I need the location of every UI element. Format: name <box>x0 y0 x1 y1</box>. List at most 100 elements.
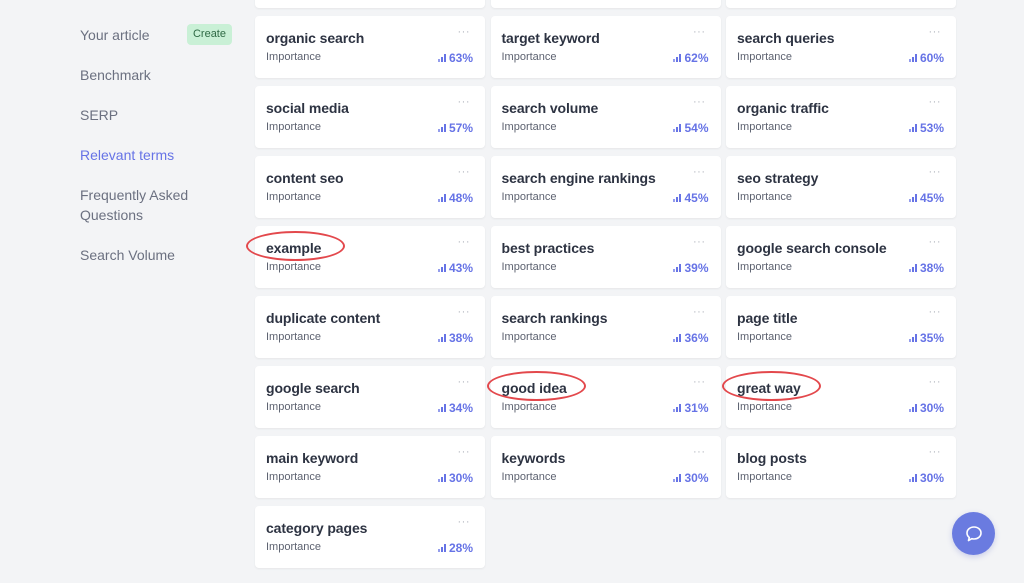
term-card-search-engine-rankings[interactable]: search engine rankings Importance ··· 45% <box>490 156 721 218</box>
term-card-search-rankings[interactable]: search rankings Importance ··· 36% <box>490 296 721 358</box>
chat-bubble-icon <box>965 525 982 541</box>
more-options-icon[interactable]: ··· <box>458 96 471 108</box>
importance-value: 30% <box>448 471 473 485</box>
bar-chart-icon <box>908 194 917 202</box>
more-options-icon[interactable]: ··· <box>929 376 942 388</box>
term-card-great-way[interactable]: great way Importance ··· 30% <box>726 366 956 428</box>
term-card-main-keyword[interactable]: main keyword Importance ··· 30% <box>255 436 485 498</box>
importance-score: 38% <box>908 261 944 275</box>
more-options-icon[interactable]: ··· <box>693 446 706 458</box>
term-card-target-keyword[interactable]: target keyword Importance ··· 62% <box>490 16 721 78</box>
more-options-icon[interactable]: ··· <box>929 96 942 108</box>
term-card-page-title[interactable]: page title Importance ··· 35% <box>726 296 956 358</box>
bar-chart-icon <box>437 54 446 62</box>
more-options-icon[interactable]: ··· <box>458 236 471 248</box>
term-name: seo strategy <box>737 170 819 186</box>
importance-score: 28% <box>437 541 473 555</box>
more-options-icon[interactable]: ··· <box>458 306 471 318</box>
term-card-blog-posts[interactable]: blog posts Importance ··· 30% <box>726 436 956 498</box>
term-name: great way <box>737 380 801 396</box>
bar-chart-icon <box>673 54 682 62</box>
more-options-icon[interactable]: ··· <box>458 516 471 528</box>
bar-chart-icon <box>673 194 682 202</box>
term-card-google-search-console[interactable]: google search console Importance ··· 38% <box>726 226 956 288</box>
importance-value: 28% <box>448 541 473 555</box>
more-options-icon[interactable]: ··· <box>693 376 706 388</box>
term-card-seo-strategy[interactable]: seo strategy Importance ··· 45% <box>726 156 956 218</box>
bar-chart-icon <box>908 264 917 272</box>
importance-score: 34% <box>437 401 473 415</box>
term-card-example[interactable]: example Importance ··· 43% <box>255 226 485 288</box>
sidebar-item-label: Search Volume <box>80 247 175 263</box>
sidebar: Your article Create Benchmark SERP Relev… <box>80 24 235 285</box>
more-options-icon[interactable]: ··· <box>929 446 942 458</box>
term-card-category-pages[interactable]: category pages Importance ··· 28% <box>255 506 485 568</box>
term-card-partial[interactable] <box>490 0 721 8</box>
importance-score: 57% <box>437 121 473 135</box>
importance-value: 35% <box>919 331 944 345</box>
term-card-google-search[interactable]: google search Importance ··· 34% <box>255 366 485 428</box>
term-name: search engine rankings <box>501 170 656 186</box>
term-card-search-queries[interactable]: search queries Importance ··· 60% <box>726 16 956 78</box>
more-options-icon[interactable]: ··· <box>693 236 706 248</box>
term-card-good-idea[interactable]: good idea Importance ··· 31% <box>490 366 721 428</box>
term-card-social-media[interactable]: social media Importance ··· 57% <box>255 86 485 148</box>
more-options-icon[interactable]: ··· <box>458 166 471 178</box>
sidebar-item-benchmark[interactable]: Benchmark <box>80 65 235 85</box>
term-card-organic-traffic[interactable]: organic traffic Importance ··· 53% <box>726 86 956 148</box>
more-options-icon[interactable]: ··· <box>929 26 942 38</box>
importance-value: 53% <box>919 121 944 135</box>
more-options-icon[interactable]: ··· <box>458 446 471 458</box>
importance-score: 30% <box>908 401 944 415</box>
importance-score: 62% <box>673 51 709 65</box>
bar-chart-icon <box>908 404 917 412</box>
importance-score: 30% <box>437 471 473 485</box>
term-name: search queries <box>737 30 835 46</box>
bar-chart-icon <box>673 264 682 272</box>
importance-score: 30% <box>908 471 944 485</box>
more-options-icon[interactable]: ··· <box>929 236 942 248</box>
more-options-icon[interactable]: ··· <box>458 376 471 388</box>
more-options-icon[interactable]: ··· <box>929 166 942 178</box>
sidebar-item-label: Benchmark <box>80 67 151 83</box>
sidebar-item-faq[interactable]: Frequently Asked Questions <box>80 185 235 225</box>
term-name: google search console <box>737 240 887 256</box>
sidebar-item-label: Frequently Asked Questions <box>80 187 189 223</box>
term-card-search-volume[interactable]: search volume Importance ··· 54% <box>490 86 721 148</box>
term-name: social media <box>266 100 349 116</box>
importance-score: 45% <box>673 191 709 205</box>
more-options-icon[interactable]: ··· <box>693 166 706 178</box>
bar-chart-icon <box>908 474 917 482</box>
term-card-duplicate-content[interactable]: duplicate content Importance ··· 38% <box>255 296 485 358</box>
more-options-icon[interactable]: ··· <box>929 306 942 318</box>
importance-value: 39% <box>684 261 709 275</box>
sidebar-item-search-volume[interactable]: Search Volume <box>80 245 235 265</box>
more-options-icon[interactable]: ··· <box>693 26 706 38</box>
importance-value: 45% <box>684 191 709 205</box>
term-card-partial[interactable] <box>255 0 485 8</box>
term-card-keywords[interactable]: keywords Importance ··· 30% <box>490 436 721 498</box>
bar-chart-icon <box>908 124 917 132</box>
bar-chart-icon <box>673 474 682 482</box>
term-card-content-seo[interactable]: content seo Importance ··· 48% <box>255 156 485 218</box>
importance-score: 45% <box>908 191 944 205</box>
term-card-partial[interactable] <box>726 0 956 8</box>
chat-support-button[interactable] <box>952 512 995 555</box>
term-card-best-practices[interactable]: best practices Importance ··· 39% <box>490 226 721 288</box>
importance-value: 48% <box>448 191 473 205</box>
sidebar-item-serp[interactable]: SERP <box>80 105 235 125</box>
term-name: organic traffic <box>737 100 829 116</box>
create-button[interactable]: Create <box>186 24 232 45</box>
importance-score: 48% <box>437 191 473 205</box>
importance-value: 38% <box>919 261 944 275</box>
term-card-organic-search[interactable]: organic search Importance ··· 63% <box>255 16 485 78</box>
more-options-icon[interactable]: ··· <box>693 96 706 108</box>
more-options-icon[interactable]: ··· <box>693 306 706 318</box>
more-options-icon[interactable]: ··· <box>458 26 471 38</box>
sidebar-item-your-article[interactable]: Your article Create <box>80 24 235 45</box>
importance-value: 45% <box>919 191 944 205</box>
sidebar-item-relevant-terms[interactable]: Relevant terms <box>80 145 235 165</box>
term-name: google search <box>266 380 360 396</box>
importance-score: 35% <box>908 331 944 345</box>
bar-chart-icon <box>437 334 446 342</box>
